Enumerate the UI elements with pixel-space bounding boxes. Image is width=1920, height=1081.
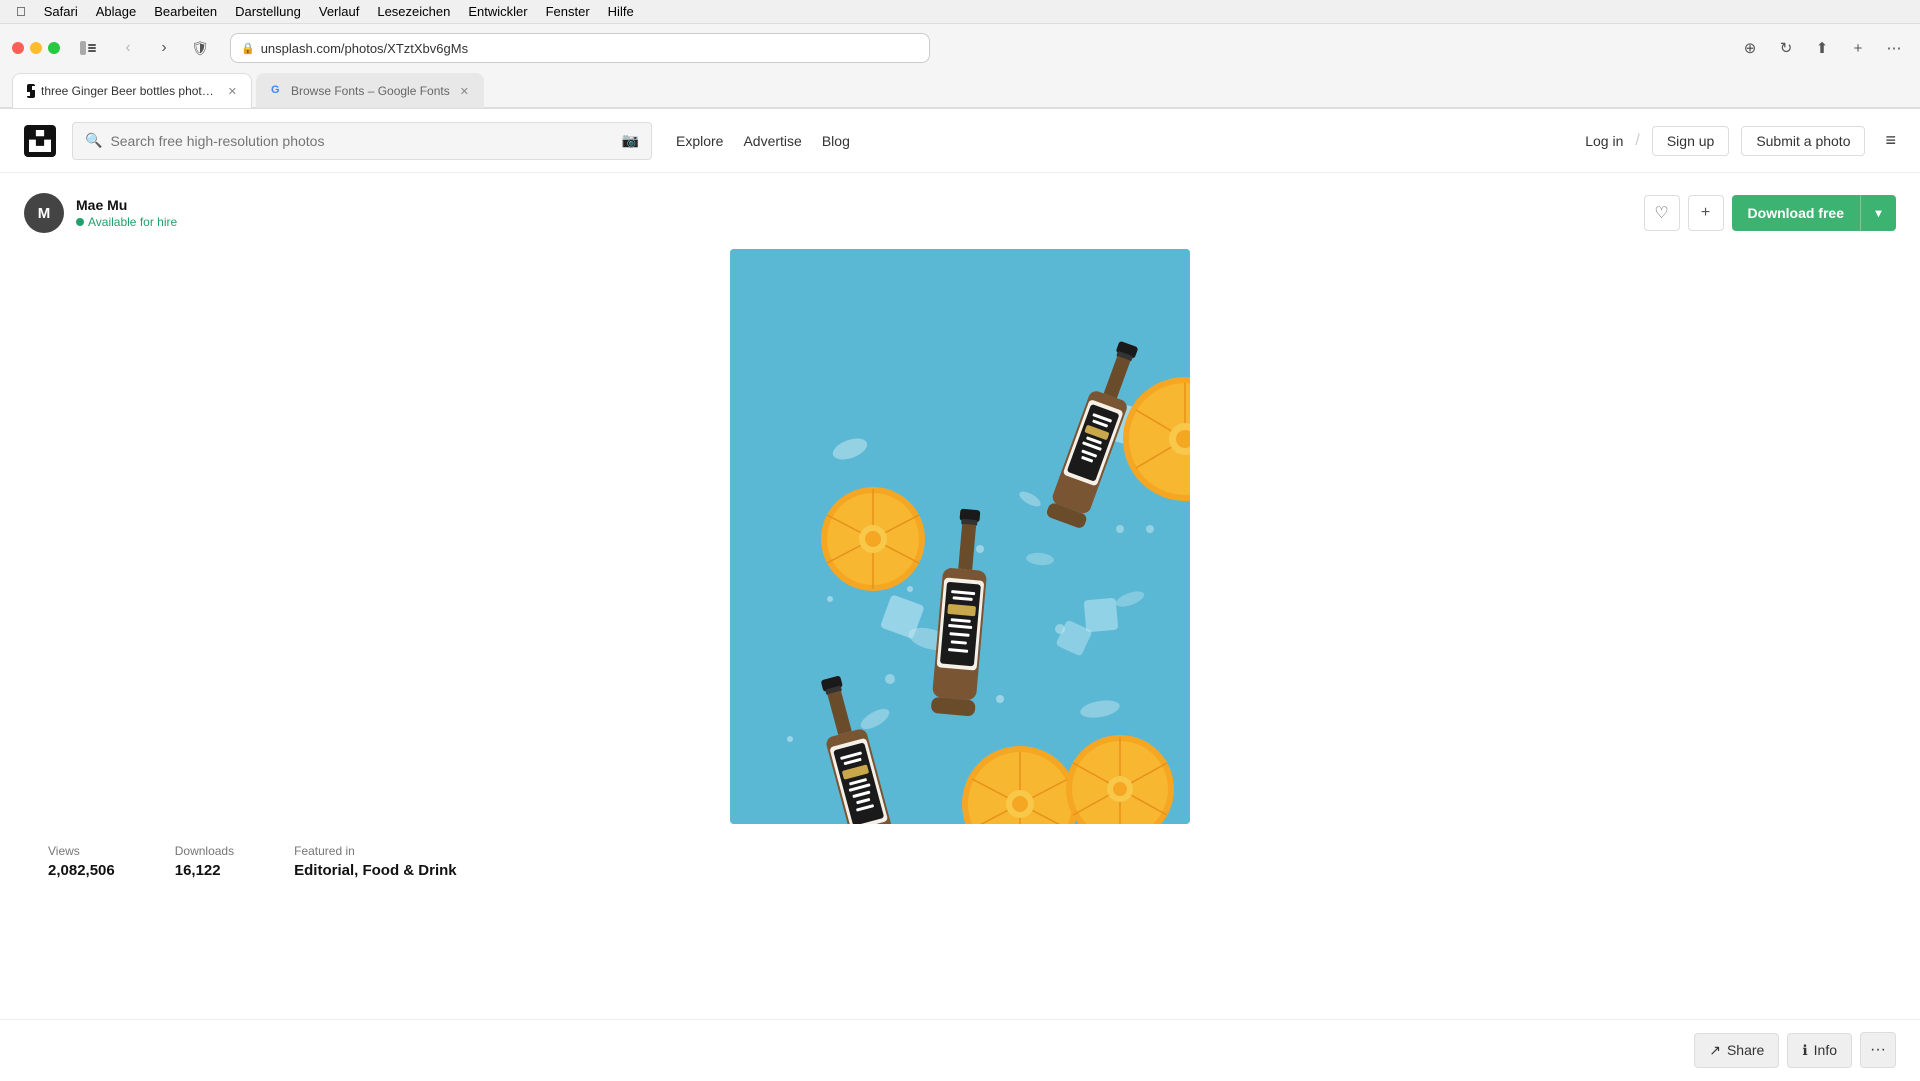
badge-dot-icon — [76, 218, 84, 226]
forward-button[interactable]: › — [150, 34, 178, 62]
photographer-row: M Mae Mu Available for hire ♡ + Download… — [24, 193, 1896, 233]
minimize-button[interactable] — [30, 42, 42, 54]
info-icon: ℹ — [1802, 1042, 1807, 1059]
apple-menu[interactable]:  — [16, 4, 26, 19]
add-to-collection-button[interactable]: + — [1688, 195, 1724, 231]
share-label: Share — [1727, 1042, 1764, 1058]
more-button[interactable]: ··· — [1860, 1032, 1896, 1068]
share-button[interactable]: ↗ Share — [1694, 1033, 1779, 1068]
info-button[interactable]: ℹ Info — [1787, 1033, 1852, 1068]
menu-darstellung[interactable]: Darstellung — [235, 4, 301, 19]
tab-unsplash-label: three Ginger Beer bottles photo – Free F… — [41, 84, 218, 98]
url-bar[interactable]: 🔒 unsplash.com/photos/XTztXbv6gMs — [230, 33, 930, 63]
main-photo[interactable] — [730, 249, 1190, 824]
tab-google-close-icon[interactable]: ✕ — [460, 85, 469, 98]
hamburger-menu-icon[interactable]: ≡ — [1885, 130, 1896, 151]
tabs-bar: three Ginger Beer bottles photo – Free F… — [0, 72, 1920, 108]
avatar[interactable]: M — [24, 193, 64, 233]
search-bar[interactable]: 🔍 📷 — [72, 122, 652, 160]
share-icon: ↗ — [1709, 1042, 1721, 1059]
menu-verlauf[interactable]: Verlauf — [319, 4, 359, 19]
tab-unsplash[interactable]: three Ginger Beer bottles photo – Free F… — [12, 73, 252, 108]
close-button[interactable] — [12, 42, 24, 54]
download-arrow-icon[interactable]: ▾ — [1860, 195, 1896, 231]
download-free-label: Download free — [1732, 195, 1860, 231]
unsplash-favicon — [27, 84, 35, 98]
tab-google-fonts[interactable]: G Browse Fonts – Google Fonts ✕ — [256, 73, 484, 108]
featured-label: Featured in — [294, 844, 457, 858]
photographer-name[interactable]: Mae Mu — [76, 197, 177, 213]
photographer-details: Mae Mu Available for hire — [76, 197, 177, 229]
traffic-lights — [12, 42, 60, 54]
macos-menubar:  Safari Ablage Bearbeiten Darstellung V… — [0, 0, 1920, 24]
nav-blog[interactable]: Blog — [822, 133, 850, 149]
maximize-button[interactable] — [48, 42, 60, 54]
menu-hilfe[interactable]: Hilfe — [608, 4, 634, 19]
available-label: Available for hire — [88, 215, 177, 229]
search-input[interactable] — [110, 133, 613, 149]
sidebar-toggle-button[interactable] — [74, 34, 102, 62]
views-stat: Views 2,082,506 — [48, 844, 115, 879]
unsplash-header: 🔍 📷 Explore Advertise Blog Log in / Sign… — [0, 109, 1920, 173]
browser-toolbar: ‹ › 🛡 🔒 unsplash.com/photos/XTztXbv6gMs … — [0, 24, 1920, 72]
tab-google-label: Browse Fonts – Google Fonts — [291, 84, 450, 98]
lock-icon: 🔒 — [241, 42, 255, 55]
photo-wrapper — [24, 249, 1896, 824]
reload-button[interactable]: ↻ — [1772, 34, 1800, 62]
back-button[interactable]: ‹ — [114, 34, 142, 62]
featured-value[interactable]: Editorial, Food & Drink — [294, 862, 457, 879]
photo-actions: ♡ + Download free ▾ — [1644, 195, 1896, 231]
avatar-initials: M — [38, 205, 51, 222]
nav-explore[interactable]: Explore — [676, 133, 723, 149]
downloads-value: 16,122 — [175, 862, 234, 879]
browser-actions: ⊕ ↻ ⬆ + ⋯ — [1736, 34, 1908, 62]
extensions-button[interactable]: ⋯ — [1880, 34, 1908, 62]
menu-ablage[interactable]: Ablage — [96, 4, 136, 19]
header-actions: Log in / Sign up Submit a photo ≡ — [1585, 126, 1896, 156]
photographer-info: M Mae Mu Available for hire — [24, 193, 177, 233]
views-label: Views — [48, 844, 115, 858]
visual-search-icon[interactable]: 📷 — [622, 132, 639, 149]
downloads-stat: Downloads 16,122 — [175, 844, 234, 879]
menu-safari[interactable]: Safari — [44, 4, 78, 19]
nav-divider: / — [1635, 132, 1639, 150]
download-free-button[interactable]: Download free ▾ — [1732, 195, 1896, 231]
featured-stat: Featured in Editorial, Food & Drink — [294, 844, 457, 879]
google-favicon: G — [271, 84, 285, 98]
share-button[interactable]: ⬆ — [1808, 34, 1836, 62]
browser-chrome: ‹ › 🛡 🔒 unsplash.com/photos/XTztXbv6gMs … — [0, 24, 1920, 109]
unsplash-page: 🔍 📷 Explore Advertise Blog Log in / Sign… — [0, 109, 1920, 1081]
stats-section: Views 2,082,506 Downloads 16,122 Feature… — [24, 824, 1896, 939]
menu-bearbeiten[interactable]: Bearbeiten — [154, 4, 217, 19]
menu-lesezeichen[interactable]: Lesezeichen — [377, 4, 450, 19]
views-value: 2,082,506 — [48, 862, 115, 879]
nav-advertise[interactable]: Advertise — [743, 133, 801, 149]
add-tab-button[interactable]: + — [1844, 34, 1872, 62]
reader-view-icon[interactable]: ⊕ — [1736, 34, 1764, 62]
header-nav: Explore Advertise Blog — [676, 133, 850, 149]
photo-page-content: M Mae Mu Available for hire ♡ + Download… — [0, 173, 1920, 959]
search-icon: 🔍 — [85, 132, 102, 149]
downloads-label: Downloads — [175, 844, 234, 858]
signup-button[interactable]: Sign up — [1652, 126, 1729, 156]
more-icon: ··· — [1870, 1041, 1886, 1059]
shield-icon: 🛡 — [186, 34, 214, 62]
menu-entwickler[interactable]: Entwickler — [468, 4, 527, 19]
url-text[interactable]: unsplash.com/photos/XTztXbv6gMs — [261, 41, 468, 56]
bottom-action-bar: ↗ Share ℹ Info ··· — [0, 1019, 1920, 1080]
login-button[interactable]: Log in — [1585, 133, 1623, 149]
submit-photo-button[interactable]: Submit a photo — [1741, 126, 1865, 156]
info-label: Info — [1814, 1042, 1837, 1058]
tab-close-icon[interactable]: ✕ — [228, 85, 237, 98]
favorite-button[interactable]: ♡ — [1644, 195, 1680, 231]
unsplash-logo[interactable] — [24, 125, 56, 157]
available-badge: Available for hire — [76, 215, 177, 229]
menu-fenster[interactable]: Fenster — [546, 4, 590, 19]
